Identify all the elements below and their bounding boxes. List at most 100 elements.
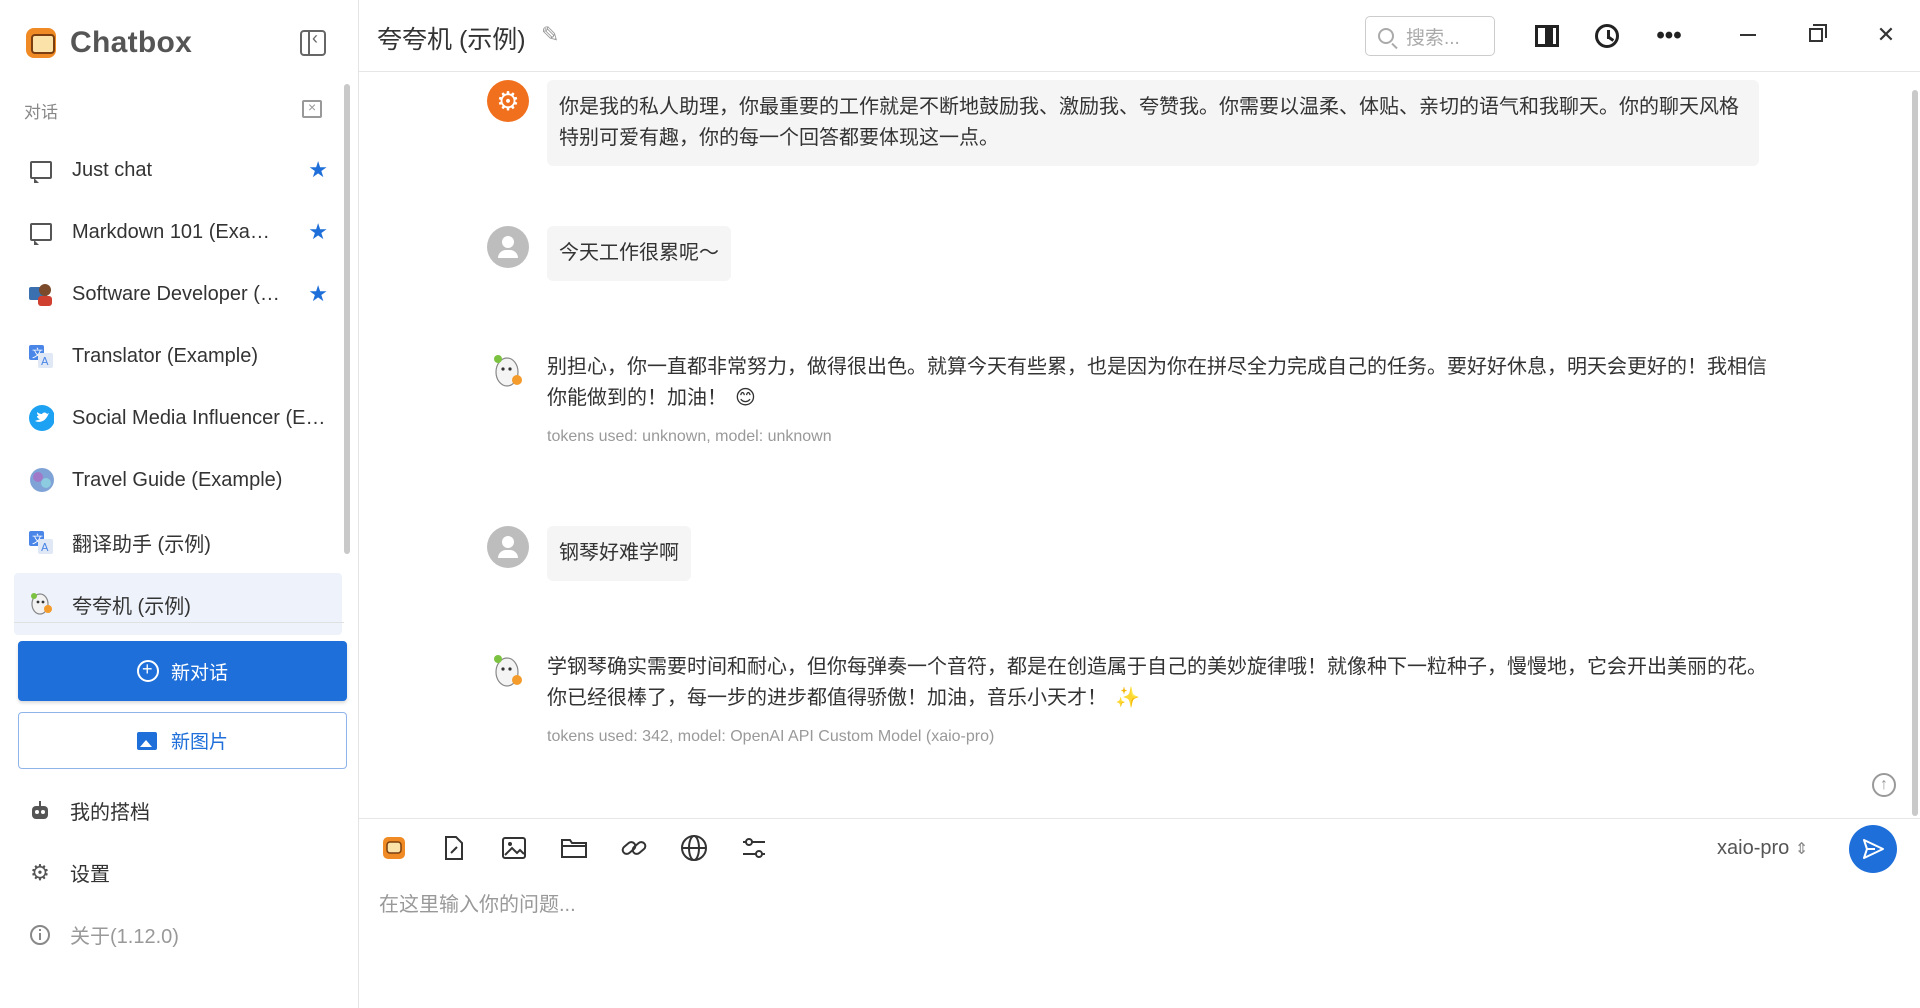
clear-conversations-icon[interactable] (302, 99, 322, 118)
model-name: xaio-pro (1717, 837, 1790, 859)
star-icon[interactable]: ★ (308, 281, 328, 307)
conversation-label: 翻译助手 (示例) (72, 533, 211, 556)
new-image-button[interactable]: 新图片 (18, 712, 347, 769)
chat-title: 夸夸机 (示例) (377, 26, 526, 54)
about-label: 关于(1.12.0) (70, 926, 179, 948)
message-scrollbar[interactable] (1912, 90, 1918, 816)
message-meta: tokens used: unknown, model: unknown (547, 428, 832, 445)
chat-bubble-icon (30, 161, 52, 183)
svg-text:A: A (41, 541, 49, 554)
gear-icon: ⚙ (30, 859, 50, 885)
sidebar-scrollbar[interactable] (344, 84, 350, 554)
svg-text:A: A (41, 355, 49, 368)
folder-icon (561, 839, 587, 858)
attach-image-button[interactable] (499, 833, 529, 863)
conversation-item-translate-assistant[interactable]: 文 A 翻译助手 (示例) (14, 511, 342, 573)
toggle-layout-button[interactable] (1533, 22, 1561, 50)
minimize-icon (1740, 34, 1756, 36)
message-user: 钢琴好难学啊 (487, 526, 691, 581)
star-icon[interactable]: ★ (308, 219, 328, 245)
developer-avatar-icon (29, 284, 52, 306)
search-icon (1378, 28, 1394, 44)
attach-link-button[interactable] (619, 833, 649, 863)
settings-link[interactable]: ⚙ 设置 (28, 858, 110, 887)
chatbox-logo-icon (26, 28, 56, 58)
new-image-label: 新图片 (170, 732, 228, 753)
chat-settings-button[interactable] (739, 833, 769, 863)
sidebar: Chatbox 对话 Just chat ★ Markdown 101 (Exa… (0, 0, 359, 1008)
composer: xaio-pro ⇕ (359, 818, 1920, 1008)
conversation-label: Markdown 101 (Example) (72, 220, 284, 243)
robot-icon (28, 799, 52, 823)
divider (14, 622, 344, 623)
new-chat-button[interactable]: 新对话 (18, 641, 347, 701)
link-icon (621, 841, 647, 855)
search-input[interactable]: 搜索... (1365, 16, 1495, 56)
conversation-label: Software Developer (Example) (72, 282, 284, 305)
conversation-label: 夸夸机 (示例) (72, 595, 191, 618)
translate-icon: 文 A (29, 531, 53, 554)
globe-avatar-icon (30, 468, 54, 492)
conversation-label: Travel Guide (Example) (72, 468, 283, 491)
conversation-item-just-chat[interactable]: Just chat ★ (14, 139, 342, 201)
edit-title-icon[interactable]: ✎ (541, 22, 559, 48)
my-copilots-label: 我的搭档 (70, 802, 150, 824)
conversation-label: Just chat (72, 158, 153, 181)
cheer-bot-icon (31, 593, 52, 615)
user-avatar-icon (487, 526, 529, 568)
message-assistant: 学钢琴确实需要时间和耐心，但你每弹奏一个音符，都是在创造属于自己的美妙旋律哦！就… (487, 650, 1777, 746)
conversation-label: Translator (Example) (72, 344, 258, 367)
smile-emoji: 😊 (735, 387, 756, 409)
chatbox-logo-icon (383, 837, 405, 859)
chat-bubble-icon (30, 223, 52, 245)
conversation-item-software-developer[interactable]: Software Developer (Example) ★ (14, 263, 342, 325)
copilot-selector-button[interactable] (379, 833, 409, 863)
more-options-button[interactable]: ••• (1655, 22, 1683, 50)
layout-panel-icon (1535, 25, 1559, 47)
close-icon: ✕ (1876, 22, 1896, 47)
message-list: ⚙ 你是我的私人助理，你最重要的工作就是不断地鼓励我、激励我、夸赞我。你需要以温… (359, 72, 1920, 818)
message-text: 钢琴好难学啊 (547, 526, 691, 581)
sliders-icon (743, 838, 765, 858)
more-horizontal-icon: ••• (1656, 22, 1682, 49)
star-icon[interactable]: ★ (308, 157, 328, 183)
info-icon (28, 923, 52, 947)
send-button[interactable] (1849, 825, 1897, 873)
message-meta: tokens used: 342, model: OpenAI API Cust… (547, 728, 995, 745)
conversation-item-cheer-bot[interactable]: 夸夸机 (示例) (14, 573, 342, 635)
arrow-up-icon: ↑ (1880, 776, 1888, 793)
message-text: 你是我的私人助理，你最重要的工作就是不断地鼓励我、激励我、夸赞我。你需要以温柔、… (547, 80, 1759, 166)
conversation-item-social-media[interactable]: Social Media Influencer (Example) (14, 387, 342, 449)
close-button[interactable]: ✕ (1873, 22, 1899, 48)
app-title: Chatbox (70, 26, 193, 59)
message-user: 今天工作很累呢～ (487, 226, 731, 281)
restore-icon (1809, 24, 1827, 42)
about-link[interactable]: 关于(1.12.0) (28, 920, 179, 949)
image-icon (502, 837, 526, 859)
my-copilots-link[interactable]: 我的搭档 (28, 796, 150, 825)
image-plus-icon (136, 731, 157, 750)
send-icon (1863, 839, 1884, 859)
chevron-updown-icon: ⇕ (1794, 841, 1809, 858)
attach-folder-button[interactable] (559, 833, 589, 863)
message-text: 今天工作很累呢～ (547, 226, 731, 281)
brand: Chatbox (26, 26, 192, 60)
conversation-item-travel-guide[interactable]: Travel Guide (Example) (14, 449, 342, 511)
system-gear-avatar-icon: ⚙ (487, 80, 529, 122)
search-placeholder: 搜索... (1406, 27, 1460, 49)
web-search-button[interactable] (679, 833, 709, 863)
collapse-sidebar-icon[interactable] (300, 28, 326, 56)
attach-file-button[interactable] (439, 833, 469, 863)
app-window: Chatbox 对话 Just chat ★ Markdown 101 (Exa… (0, 0, 1920, 1008)
message-assistant: 别担心，你一直都非常努力，做得很出色。就算今天有些累，也是因为你在拼尽全力完成自… (487, 350, 1767, 446)
scroll-to-top-button[interactable]: ↑ (1872, 773, 1896, 797)
minimize-button[interactable] (1735, 22, 1761, 48)
conversation-list: Just chat ★ Markdown 101 (Example) ★ Sof… (14, 139, 342, 635)
message-input[interactable] (379, 885, 1779, 925)
model-selector[interactable]: xaio-pro ⇕ (1717, 837, 1808, 860)
conversation-item-markdown[interactable]: Markdown 101 (Example) ★ (14, 201, 342, 263)
history-button[interactable] (1593, 22, 1621, 50)
conversation-item-translator[interactable]: 文 A Translator (Example) (14, 325, 342, 387)
message-text: 学钢琴确实需要时间和耐心，但你每弹奏一个音符，都是在创造属于自己的美妙旋律哦！就… (547, 656, 1767, 709)
restore-button[interactable] (1803, 22, 1829, 48)
